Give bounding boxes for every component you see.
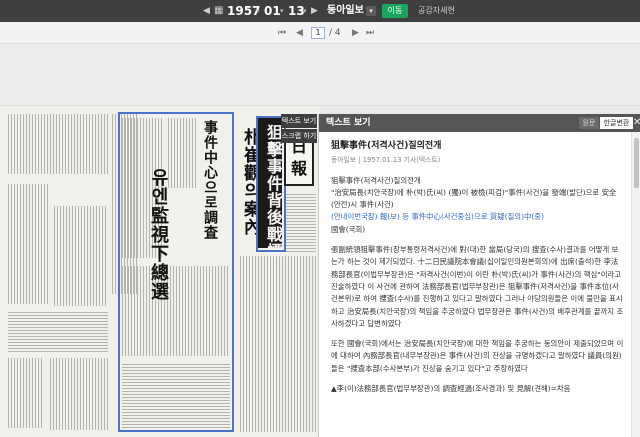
date-toolbar: ◀ ▦ 1957 ▾ 01 ▾ 13 ▾ ▶ 동아일보 ▾ 이동 공감자세현	[0, 0, 640, 22]
column-text-block	[50, 358, 108, 430]
article-paragraph: 또한 國會(국회)에서는 治安局長(치안국장)에 대한 책임을 추궁하는 동의안…	[331, 339, 624, 373]
text-view-tab[interactable]: 텍스트 보기	[281, 114, 317, 128]
last-page-icon[interactable]: ⏭	[366, 22, 374, 44]
column-text-block	[54, 206, 108, 306]
original-text-button[interactable]: 원문	[579, 117, 599, 129]
column-text-block	[8, 184, 48, 304]
newspaper-select[interactable]: 동아일보	[327, 0, 364, 22]
year-caret-icon[interactable]: ▾	[256, 0, 260, 22]
publication-link[interactable]: 공감자세현	[418, 0, 455, 22]
article-text-block	[168, 118, 198, 188]
month-value[interactable]: 01	[264, 0, 281, 22]
text-panel-body: 狙擊事件(저격사건)질의전개 동아일보 | 1957.01.13 기사(텍스트)…	[319, 132, 631, 437]
column-text-block	[8, 114, 108, 174]
page-number-input[interactable]: 1	[311, 27, 325, 39]
text-panel-scrollbar[interactable]	[631, 132, 640, 437]
month-caret-icon[interactable]: ▾	[280, 0, 284, 22]
text-view-panel: 텍스트 보기 원문 한글변환 ✕ 狙擊事件(저격사건)질의전개 동아일보 | 1…	[318, 114, 640, 437]
column-text-block	[8, 358, 44, 428]
text-panel-header: 텍스트 보기 원문 한글변환 ✕	[319, 114, 640, 132]
next-date-arrow-icon[interactable]: ▶	[311, 0, 318, 22]
page-navigation-bar: ⏮ ◀ 1 / 4 ▶ ⏭	[0, 22, 640, 44]
article-meta: 동아일보 | 1957.01.13 기사(텍스트)	[331, 156, 441, 165]
prev-date-arrow-icon[interactable]: ◀	[203, 0, 210, 22]
article-paragraph: 狙擊事件(저격사건)질의전개 "治安局長(치안국장)에 朴(박)氏(씨) (獨)…	[331, 175, 625, 236]
calendar-icon[interactable]: ▦	[214, 0, 223, 22]
article-line: 狙擊事件(저격사건)질의전개	[331, 175, 421, 185]
first-page-icon[interactable]: ⏮	[278, 22, 286, 44]
column-text-block	[240, 256, 316, 432]
text-panel-title: 텍스트 보기	[326, 118, 371, 128]
prev-page-icon[interactable]: ◀	[296, 22, 303, 44]
article-line: (안내이번국장) 報(보) 등 事件中心(사건중심)으로 質疑(질의)中(중)	[331, 212, 544, 222]
move-button[interactable]: 이동	[382, 4, 408, 18]
newspaper-page-image[interactable]: 유엔監視下總選 事件中心으로調査 朴崔觀의案內 狙擊事件背後戰慄 日 報 텍스트…	[0, 106, 320, 437]
scrollbar-thumb[interactable]	[634, 138, 639, 188]
close-icon[interactable]: ✕	[633, 114, 640, 132]
newspaper-dropdown-icon[interactable]: ▾	[366, 6, 376, 16]
article-text-block	[122, 118, 162, 258]
column-text-block	[286, 192, 316, 252]
article-line: "治安局長(치안국장)에 朴(박)氏(씨) (獨)이 被檢(피검)"事件(사건)…	[331, 187, 617, 210]
article-paragraph: ▲李(이)法務部長官(법무부장관)의 調査經過(조사경과) 및 見解(견해)=차…	[331, 384, 571, 394]
article-text-block	[122, 266, 230, 356]
article-title: 狙擊事件(저격사건)질의전개	[331, 141, 442, 151]
article-text-block	[122, 362, 230, 428]
article-line: 國會(국회)	[331, 224, 366, 234]
day-caret-icon[interactable]: ▾	[303, 0, 307, 22]
column-text-block	[8, 312, 108, 352]
korean-convert-button[interactable]: 한글변환	[600, 117, 633, 129]
article-paragraph: 張副統領狙擊事件(장부통령저격사건)에 對(대)한 當局(당국)의 搜查(수사)…	[331, 245, 624, 328]
page-total: / 4	[329, 28, 341, 38]
scrap-tab[interactable]: 스크랩 하기	[281, 129, 317, 143]
masthead-char-2: 報	[290, 159, 307, 178]
next-page-icon[interactable]: ▶	[352, 22, 359, 44]
headline-case-center[interactable]: 事件中心으로調査	[200, 120, 220, 240]
viewer-blank-strip	[0, 44, 640, 106]
